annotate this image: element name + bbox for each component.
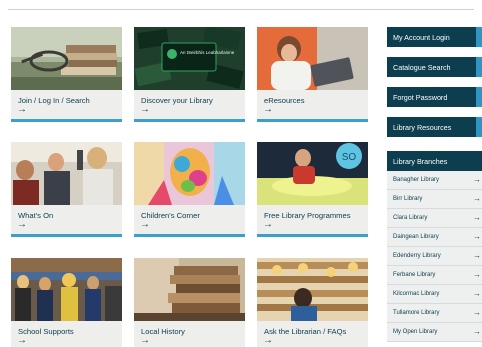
- tile-label: Join / Log In / Search: [18, 96, 90, 105]
- button-accent: [476, 57, 482, 77]
- tile-discover-your-library[interactable]: An tSeirbhís Leabharlainne Discover your…: [134, 27, 245, 122]
- branch-label: Edenderry Library: [393, 253, 441, 259]
- tile-underline: [134, 234, 245, 237]
- arrow-right-icon: →: [473, 232, 481, 241]
- arrow-right-icon: →: [140, 335, 150, 346]
- panel-title: Library Branches: [393, 157, 448, 166]
- library-branches-header: Library Branches: [387, 151, 482, 171]
- tile-image-school-children: [11, 258, 122, 321]
- branch-label: Banagher Library: [393, 177, 440, 183]
- branch-link-birr[interactable]: Birr Library →: [387, 190, 482, 209]
- tile-label: Ask the Librarian / FAQs: [264, 327, 347, 336]
- tile-underline: [11, 234, 122, 237]
- arrow-right-icon: →: [473, 175, 481, 184]
- tile-eresources[interactable]: eResources →: [257, 27, 368, 122]
- arrow-right-icon: →: [473, 194, 481, 203]
- arrow-right-icon: →: [263, 104, 273, 115]
- tile-image-painted-child: [134, 142, 245, 205]
- button-accent: [476, 27, 482, 47]
- branch-label: My Open Library: [393, 329, 438, 335]
- arrow-right-icon: →: [473, 289, 481, 298]
- tile-image-library-shelves: [257, 258, 368, 321]
- top-divider: [8, 9, 474, 10]
- button-accent: [476, 117, 482, 137]
- branch-link-ferbane[interactable]: Ferbane Library →: [387, 266, 482, 285]
- arrow-right-icon: →: [140, 104, 150, 115]
- tile-join-login-search[interactable]: Join / Log In / Search →: [11, 27, 122, 122]
- tile-childrens-corner[interactable]: Children's Corner →: [134, 142, 245, 237]
- button-accent: [476, 87, 482, 107]
- branch-label: Kilcormac Library: [393, 291, 440, 297]
- tile-image-laptop-user: [257, 27, 368, 90]
- arrow-right-icon: →: [263, 219, 273, 230]
- branch-link-clara[interactable]: Clara Library →: [387, 209, 482, 228]
- arrow-right-icon: →: [473, 213, 481, 222]
- tile-underline: [257, 234, 368, 237]
- tile-label: Discover your Library: [141, 96, 213, 105]
- tile-image-library-cards: An tSeirbhís Leabharlainne: [134, 27, 245, 90]
- branch-label: Daingean Library: [393, 234, 439, 240]
- branch-link-daingean[interactable]: Daingean Library →: [387, 228, 482, 247]
- branch-label: Ferbane Library: [393, 272, 436, 278]
- forgot-password-button[interactable]: Forgot Password: [387, 87, 482, 107]
- button-label: My Account Login: [393, 33, 450, 42]
- arrow-right-icon: →: [473, 327, 481, 336]
- tile-image-books: [11, 27, 122, 90]
- card-text: An tSeirbhís Leabharlainne: [180, 50, 235, 55]
- catalogue-search-button[interactable]: Catalogue Search: [387, 57, 482, 77]
- button-label: Forgot Password: [393, 93, 448, 102]
- branch-link-kilcormac[interactable]: Kilcormac Library →: [387, 285, 482, 304]
- tile-free-library-programmes[interactable]: SO Free Library Programmes →: [257, 142, 368, 237]
- tile-underline: [134, 119, 245, 122]
- tile-image-people-event: [11, 142, 122, 205]
- branch-label: Birr Library: [393, 196, 423, 202]
- branch-link-my-open-library[interactable]: My Open Library →: [387, 323, 482, 342]
- tile-image-child-lightbox: SO: [257, 142, 368, 205]
- branch-label: Tullamore Library: [393, 310, 440, 316]
- arrow-right-icon: →: [17, 104, 27, 115]
- tile-school-supports[interactable]: School Supports →: [11, 258, 122, 347]
- branch-label: Clara Library: [393, 215, 428, 221]
- arrow-right-icon: →: [17, 219, 27, 230]
- tile-underline: [11, 119, 122, 122]
- arrow-right-icon: →: [473, 270, 481, 279]
- tile-image-old-books: [134, 258, 245, 321]
- branch-link-edenderry[interactable]: Edenderry Library →: [387, 247, 482, 266]
- arrow-right-icon: →: [140, 219, 150, 230]
- arrow-right-icon: →: [473, 308, 481, 317]
- library-branches-panel: Library Branches Banagher Library → Birr…: [387, 151, 482, 344]
- tile-underline: [257, 119, 368, 122]
- so-badge: SO: [342, 152, 357, 163]
- tile-whats-on[interactable]: What's On →: [11, 142, 122, 237]
- branch-link-banagher[interactable]: Banagher Library →: [387, 171, 482, 190]
- library-resources-button[interactable]: Library Resources: [387, 117, 482, 137]
- tile-ask-the-librarian[interactable]: Ask the Librarian / FAQs →: [257, 258, 368, 347]
- my-account-login-button[interactable]: My Account Login: [387, 27, 482, 47]
- tile-local-history[interactable]: Local History →: [134, 258, 245, 347]
- button-label: Library Resources: [393, 123, 452, 132]
- arrow-right-icon: →: [263, 335, 273, 346]
- button-label: Catalogue Search: [393, 63, 451, 72]
- arrow-right-icon: →: [17, 335, 27, 346]
- tile-label: Free Library Programmes: [264, 211, 351, 220]
- arrow-right-icon: →: [473, 251, 481, 260]
- branch-link-tullamore[interactable]: Tullamore Library →: [387, 304, 482, 323]
